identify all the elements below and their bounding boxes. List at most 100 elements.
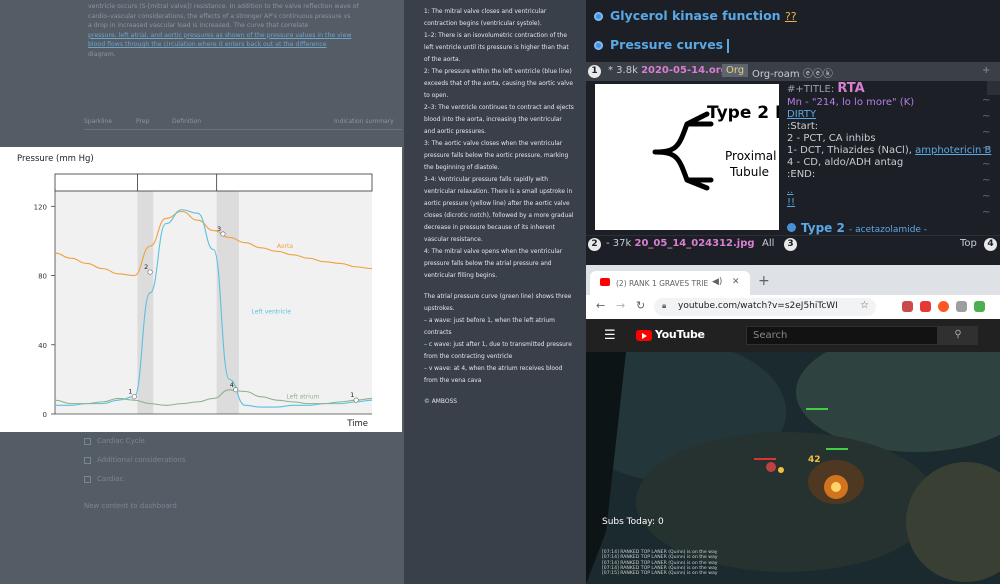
image-label: Tubule (729, 165, 769, 179)
article-link-line[interactable]: blood flows through the circulation wher… (88, 40, 400, 50)
phase-marker-label: 1 (350, 391, 354, 399)
article-link-line[interactable]: pressure, left atrial, and aortic pressu… (88, 31, 400, 41)
y-tick-label: 40 (38, 342, 47, 350)
org-buffer[interactable]: #+TITLE: RTA Mn - "214, lo lo more" (K) … (787, 81, 1000, 261)
org-heading[interactable]: Glycerol kinase function ?? (594, 8, 797, 23)
search-input[interactable]: Search (746, 326, 938, 345)
lower-item-label: Cardiac Cycle (97, 437, 145, 445)
lock-icon: 🔒︎ (662, 301, 667, 310)
org-heading[interactable]: Pressure curves (594, 37, 730, 53)
major-mode[interactable]: Org (722, 64, 749, 77)
extension-icon[interactable] (920, 301, 931, 312)
checkbox-icon (84, 475, 91, 483)
org-bullet-icon (787, 223, 796, 232)
org-line: 4 - CD, aldo/ADH antag (787, 157, 904, 168)
lower-item[interactable]: Additional considerations (84, 451, 402, 470)
hamburger-menu-icon[interactable]: ☰ (604, 328, 616, 343)
image-buffer: Type 2 R Proximal Tubule (595, 84, 779, 230)
close-icon[interactable]: ✕ (732, 277, 740, 287)
x-axis-label: Time (346, 419, 368, 429)
window-number-badge[interactable]: 2 (588, 238, 601, 251)
window-number-badge[interactable]: 4 (984, 238, 997, 251)
note-line: 3–4: Ventricular pressure falls rapidly … (424, 177, 574, 243)
org-link[interactable]: ?? (785, 10, 797, 23)
y-tick-label: 80 (38, 273, 47, 281)
lower-item[interactable]: Cardiac (84, 470, 402, 489)
window-number-badge[interactable]: 1 (588, 65, 601, 78)
phase-header (54, 173, 373, 192)
browser-tab[interactable]: (2) RANK 1 GRAVES TRIES U... ◀) ✕ (590, 271, 750, 295)
extension-icon[interactable] (956, 301, 967, 312)
bookmark-star-icon[interactable]: ☆ (860, 300, 869, 311)
youtube-logo[interactable]: YouTube (636, 328, 705, 341)
phase-marker (147, 269, 153, 275)
search-button[interactable]: ⚲ (938, 326, 978, 345)
note-line: 2: The pressure within the left ventricl… (424, 69, 574, 99)
note-line: 3: The aortic valve closes when the vent… (424, 141, 569, 171)
extension-icon[interactable] (938, 301, 949, 312)
org-link[interactable]: .. (787, 185, 793, 196)
article-tab[interactable]: Indication summary (334, 118, 394, 125)
org-heading-text: Glycerol kinase function (610, 8, 781, 23)
note-line: 2–3: The ventricle continues to contract… (424, 105, 574, 135)
note-line: The atrial pressure curve (green line) s… (424, 294, 572, 312)
back-button[interactable]: ← (596, 299, 605, 312)
org-keyword: #+TITLE: (787, 84, 835, 95)
y-tick-label: 0 (43, 411, 47, 419)
video-player[interactable]: 42 Subs Today: 0 [07:14] RANKED TOP LANE… (586, 352, 1000, 584)
org-link[interactable]: DIRTY (787, 109, 816, 120)
note-line: 1–2: There is an isovolumetric contracti… (424, 33, 569, 63)
article-tab[interactable]: Prep (136, 118, 149, 125)
extension-icon[interactable] (902, 301, 913, 312)
series-label: Left atrium (286, 393, 319, 400)
scroll-position: All (762, 238, 775, 249)
phase-marker-label: 4 (230, 381, 234, 389)
phase-marker-label: 3 (217, 225, 221, 233)
org-heading-text: Type 2 (801, 221, 845, 235)
note-line: 1: The mitral valve closes and ventricul… (424, 9, 547, 27)
org-link[interactable]: amphotericin B (915, 145, 991, 156)
reload-button[interactable]: ↻ (636, 299, 645, 312)
logo-text: YouTube (655, 328, 705, 341)
article-line: cardio–vascular considerations, the effe… (88, 12, 351, 20)
article-lower-list: Cardiac Cycle Additional considerations … (84, 432, 402, 516)
org-link[interactable]: !! (787, 197, 795, 208)
browser-window: (2) RANK 1 GRAVES TRIES U... ◀) ✕ + ← → … (586, 265, 1000, 584)
lower-item[interactable]: Cardiac Cycle (84, 432, 402, 451)
phase-band (216, 189, 239, 414)
phase-marker (353, 397, 359, 403)
scrollbar-thumb[interactable] (987, 81, 1000, 95)
extension-icon[interactable] (974, 301, 985, 312)
phase-marker (233, 387, 239, 393)
org-heading-text: Pressure curves (610, 37, 724, 52)
nephron-image: Type 2 R Proximal Tubule (652, 103, 779, 191)
article-tab[interactable]: Sparkline (84, 118, 112, 125)
speaker-icon[interactable]: ◀) (712, 277, 722, 287)
series-label: Left ventricle (252, 309, 292, 316)
minor-mode-label: Org-roam (752, 69, 800, 80)
checkbox-icon (84, 456, 91, 464)
note-line: 4: The mitral valve opens when the ventr… (424, 249, 563, 279)
tab-strip: (2) RANK 1 GRAVES TRIES U... ◀) ✕ + (586, 265, 1000, 295)
minor-mode[interactable]: Org-roam ⓔⓔⓚ (752, 65, 833, 80)
buffer-name[interactable]: * 3.8k 2020-05-14.org (608, 65, 728, 76)
article-tabs: Sparkline Prep Definition Indication sum… (84, 116, 402, 130)
new-tab-button[interactable]: + (758, 273, 770, 289)
lower-item-label: Additional considerations (97, 456, 186, 464)
subs-today-overlay: Subs Today: 0 (602, 517, 664, 527)
lower-item-label: Cardiac (97, 475, 124, 483)
org-bullet-icon (594, 41, 603, 50)
youtube-play-icon (636, 329, 652, 341)
buffer-size: * 3.8k (608, 65, 638, 76)
org-subheading[interactable]: Type 2 - acetazolamide - (787, 221, 927, 235)
address-bar[interactable]: 🔒︎ youtube.com/watch?v=s2eJ5hiTcWI ☆ (654, 298, 876, 316)
scroll-position: Top (960, 238, 977, 249)
buffer-file: 2020-05-14.org (641, 65, 728, 76)
buffer-name[interactable]: - 37k 20_05_14_024312.jpg (606, 238, 755, 249)
org-line: Mn - "214, lo lo more" (K) (787, 97, 915, 108)
forward-button[interactable]: → (616, 299, 625, 312)
footer-link[interactable]: New content to dashboard (84, 497, 402, 516)
article-tab[interactable]: Definition (172, 118, 201, 125)
chat-line: [07:15] RANKED TOP LANER (Quinn) is on t… (602, 571, 718, 577)
window-number-badge[interactable]: 3 (784, 238, 797, 251)
